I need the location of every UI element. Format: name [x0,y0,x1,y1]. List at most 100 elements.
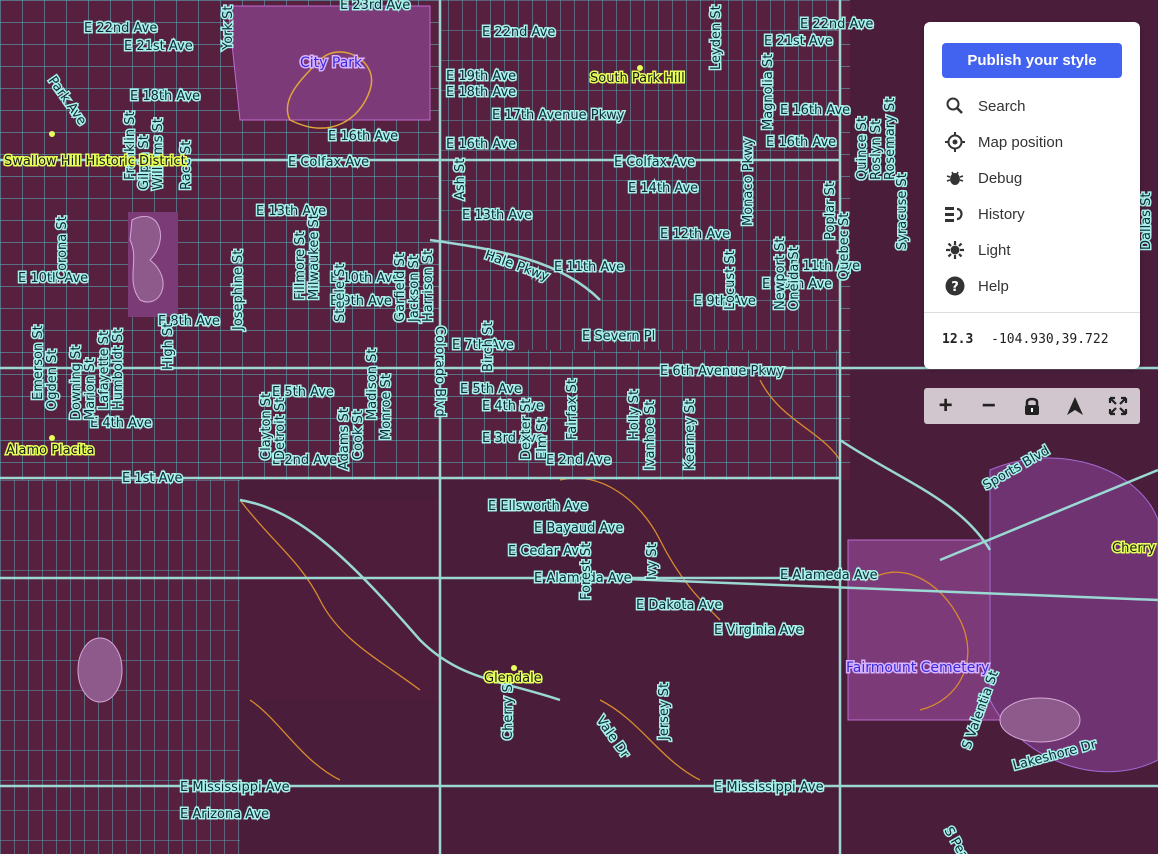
help-icon: ? [944,275,966,297]
street-label: Downing St [69,346,84,420]
street-label: E 16th Ave [780,103,850,118]
street-label: High St [161,323,176,370]
park-label: City Park [300,55,363,71]
street-label: E 18th Ave [130,89,200,104]
map-readout: 12.3 -104.930,39.722 [942,332,1109,347]
place-label: Cherry Creek [1112,541,1158,556]
street-label: E 6th Avenue Pkwy [660,364,785,379]
street-label: E 10th Ave [18,271,88,286]
street-label: E Cedar Ave [508,544,587,559]
street-label: Ivy St [645,543,660,580]
street-label: Franklin St [123,111,138,180]
street-label: Lafayette St [97,331,112,410]
street-label: Magnolia St [761,54,776,130]
street-label: Cook St [351,410,366,460]
menu-item-light[interactable]: Light [924,232,1140,268]
street-label: Dexter St [519,399,534,460]
street-label: Leyden St [709,5,724,70]
menu-item-search[interactable]: Search [924,88,1140,124]
street-label: Colorado Blvd [432,326,447,417]
fullscreen-button[interactable] [1103,391,1133,421]
menu-item-help[interactable]: ? Help [924,268,1140,304]
street-label: Madison St [365,349,380,421]
street-label: E 22nd Ave [482,25,555,40]
cemetery-area [847,539,1001,721]
street-label: E 22nd Ave [84,21,157,36]
street-label: Monaco Pkwy [741,137,756,226]
street-label: E 22nd Ave [800,17,873,32]
street-label: Poplar St [823,182,838,240]
street-label: Emerson St [31,325,46,400]
street-label: Harrison St [421,250,436,322]
map-controls: + − [924,388,1140,424]
place-marker [49,131,55,137]
street-label: E Mississippi Ave [180,780,290,795]
street-label: Cherry St [501,679,516,740]
street-label: E Dakota Ave [636,598,722,613]
compass-button[interactable] [1060,391,1090,421]
panel-divider [924,312,1140,313]
street-label: E 19th Ave [446,69,516,84]
street-label: Fairfax St [565,379,580,440]
place-label: Alamo Placita [6,443,94,458]
panel-menu: Search Map position Debug History Light [924,88,1140,304]
street-label: Locust St [723,250,738,310]
street-label: E Colfax Ave [288,155,369,170]
street-label: Jersey St [657,683,672,741]
lock-button[interactable] [1017,391,1047,421]
park-label: Fairmount Cemetery [846,660,989,676]
publish-style-button[interactable]: Publish your style [942,43,1122,78]
street-label: E 12th Ave [660,227,730,242]
menu-item-debug[interactable]: Debug [924,160,1140,196]
street-label: Holly St [627,390,642,440]
zoom-level: 12.3 [942,332,974,347]
menu-item-map-position[interactable]: Map position [924,124,1140,160]
street-label: E Virginia Ave [714,623,803,638]
street-label: Garfield St [393,253,408,322]
menu-item-label: History [978,205,1025,223]
street-label: Corona St [55,216,70,280]
svg-text:?: ? [951,280,959,295]
street-label: E 18th Ave [446,85,516,100]
street-label: E Severn Pl [582,329,655,344]
light-icon [944,239,966,261]
street-label: E 16th Ave [446,137,516,152]
menu-item-label: Debug [978,169,1023,187]
street-label: E 13th Ave [462,208,532,223]
place-label: Swallow Hill Historic District [4,154,186,169]
street-label: E Mississippi Ave [714,780,824,795]
fullscreen-icon [1109,396,1128,416]
debug-icon [944,167,966,189]
menu-item-label: Map position [978,133,1064,151]
street-label: E 17th Avenue Pkwy [492,108,625,123]
street-label: Birch St [481,322,496,372]
street-label: Marion St [83,358,98,420]
place-label: South Park Hill [590,71,685,86]
zoom-in-button[interactable]: + [931,391,961,421]
zoom-out-button[interactable]: − [974,391,1004,421]
street-label: Josephine St [231,250,246,331]
street-label: Dallas St [1139,193,1154,250]
street-label: Monroe St [379,374,394,440]
place-label: Glendale [484,671,542,686]
style-panel: Publish your style Search Map position D… [924,22,1140,369]
menu-item-label: Search [978,97,1026,115]
street-label: Detroit St [273,398,288,460]
street-label: E Ellsworth Ave [488,499,588,514]
street-label: E 4th Ave [90,416,152,431]
street-label: Forest St [579,543,594,600]
street-label: E Colfax Ave [614,155,695,170]
street-label: Ogden St [45,350,60,410]
lock-icon [1024,397,1039,415]
menu-item-history[interactable]: History [924,196,1140,232]
street-label: Jackson St [407,255,422,323]
street-label: Rosemary St [883,98,898,180]
street-label: E Alameda Ave [780,568,878,583]
street-label: Kearney St [683,400,698,470]
street-label: Clayton St [259,393,274,460]
street-label: York St [221,5,236,51]
street-label: Syracuse St [895,173,910,250]
street-label: Newport St [773,238,788,310]
map-position-icon [944,131,966,153]
street-label: Quebec St [837,213,852,280]
